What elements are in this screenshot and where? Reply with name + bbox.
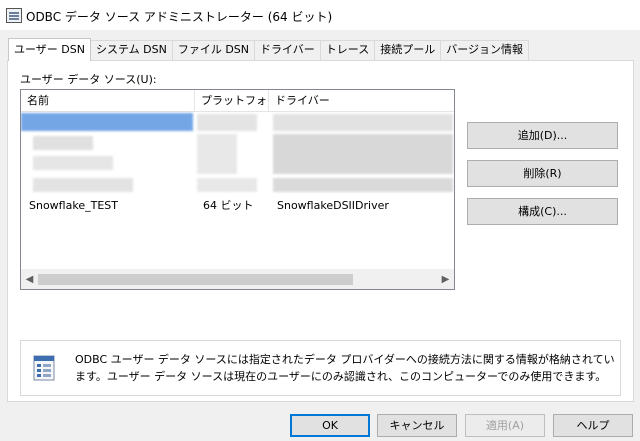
- help-button[interactable]: ヘルプ: [553, 414, 633, 437]
- row-driver: SnowflakeDSIIDriver: [277, 199, 389, 212]
- column-header-name[interactable]: 名前: [21, 90, 195, 112]
- redacted-block: [33, 178, 133, 192]
- title-bar: ODBC データ ソース アドミニストレーター (64 ビット): [0, 0, 640, 30]
- remove-button[interactable]: 削除(R): [467, 160, 618, 187]
- tab-drivers[interactable]: ドライバー: [254, 40, 321, 60]
- row-platform: 64 ビット: [203, 199, 254, 212]
- tab-system-dsn[interactable]: システム DSN: [89, 40, 173, 60]
- tab-about[interactable]: バージョン情報: [440, 40, 530, 60]
- scroll-right-icon[interactable]: ▶: [437, 270, 454, 289]
- row-name: Snowflake_TEST: [29, 199, 118, 212]
- user-data-source-list[interactable]: 名前 プラットフォーム ドライバー Snowflake_TEST 64 ビッ: [20, 89, 455, 290]
- add-button[interactable]: 追加(D)...: [467, 122, 618, 149]
- tab-connection-pooling[interactable]: 接続プール: [374, 40, 442, 60]
- apply-button[interactable]: 適用(A): [465, 414, 545, 437]
- selected-row-redacted[interactable]: [21, 113, 193, 131]
- column-header-driver[interactable]: ドライバー: [269, 90, 454, 112]
- window-title: ODBC データ ソース アドミニストレーター (64 ビット): [26, 10, 333, 24]
- scroll-thumb[interactable]: [38, 274, 353, 285]
- redacted-block: [273, 114, 453, 131]
- tab-panel-user-dsn: ユーザー データ ソース(U): 名前 プラットフォーム ドライバー: [7, 60, 634, 402]
- list-label: ユーザー データ ソース(U):: [20, 73, 157, 86]
- configure-button[interactable]: 構成(C)...: [467, 198, 618, 225]
- redacted-block: [33, 156, 113, 170]
- horizontal-scrollbar[interactable]: ◀ ▶: [21, 269, 454, 289]
- redacted-block: [273, 134, 453, 174]
- dialog-client: ユーザー DSN システム DSN ファイル DSN ドライバー トレース 接続…: [0, 30, 640, 441]
- odbc-app-icon: [6, 8, 22, 23]
- redacted-block: [197, 114, 257, 131]
- table-row[interactable]: Snowflake_TEST 64 ビット SnowflakeDSIIDrive…: [21, 196, 454, 216]
- redacted-block: [273, 178, 453, 192]
- info-description: ODBC ユーザー データ ソースには指定されたデータ プロバイダーへの接続方法…: [75, 353, 615, 383]
- column-header-platform[interactable]: プラットフォーム: [195, 90, 269, 112]
- tab-file-dsn[interactable]: ファイル DSN: [171, 40, 256, 60]
- list-body: Snowflake_TEST 64 ビット SnowflakeDSIIDrive…: [21, 112, 454, 269]
- redacted-block: [197, 178, 257, 192]
- info-box: ODBC ユーザー データ ソースには指定されたデータ プロバイダーへの接続方法…: [20, 340, 621, 396]
- scroll-left-icon[interactable]: ◀: [21, 270, 38, 289]
- tab-strip: ユーザー DSN システム DSN ファイル DSN ドライバー トレース 接続…: [8, 38, 530, 61]
- data-source-icon: [33, 355, 55, 381]
- ok-button[interactable]: OK: [290, 414, 370, 437]
- redacted-block: [197, 134, 237, 174]
- tab-user-dsn[interactable]: ユーザー DSN: [8, 38, 91, 61]
- redacted-block: [33, 136, 93, 150]
- list-header: 名前 プラットフォーム ドライバー: [21, 90, 454, 112]
- tab-tracing[interactable]: トレース: [319, 40, 376, 60]
- cancel-button[interactable]: キャンセル: [377, 414, 457, 437]
